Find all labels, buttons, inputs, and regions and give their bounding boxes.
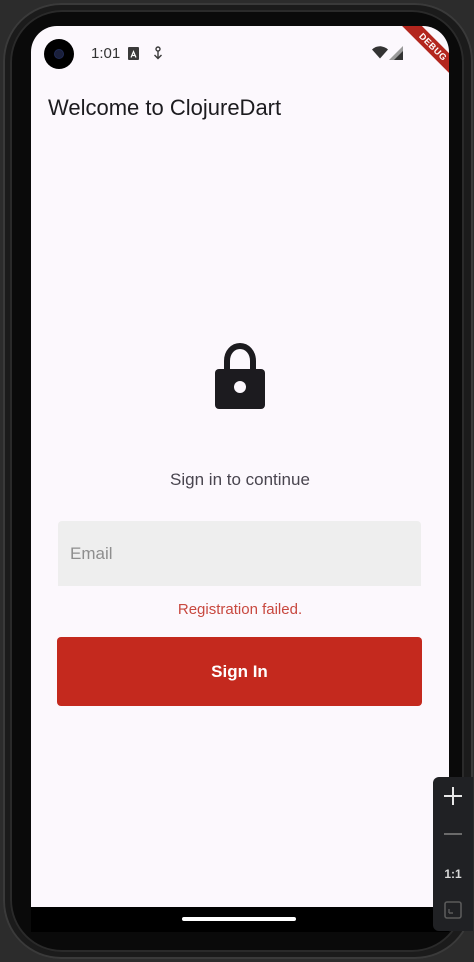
debug-banner-label: DEBUG: [397, 26, 449, 79]
a-box-icon: [128, 47, 139, 60]
home-indicator[interactable]: [182, 917, 296, 921]
zoom-out-button[interactable]: [433, 817, 473, 855]
actual-size-button[interactable]: 1:1: [433, 855, 473, 893]
actual-size-label: 1:1: [444, 867, 462, 881]
app-bar-title: Welcome to ClojureDart: [48, 95, 282, 120]
fit-screen-icon: [444, 900, 462, 924]
emulator-zoom-toolbar: 1:1: [433, 777, 473, 931]
front-camera: [44, 39, 74, 69]
sign-in-subtitle: Sign in to continue: [170, 470, 310, 489]
fit-screen-button[interactable]: [433, 893, 473, 931]
error-message: Registration failed.: [177, 601, 303, 618]
plus-icon: [443, 786, 463, 811]
status-time: 1:01: [91, 45, 121, 62]
lock-icon: [214, 342, 266, 410]
wifi-icon: [372, 46, 388, 59]
zoom-in-button[interactable]: [433, 779, 473, 817]
email-field[interactable]: [58, 521, 421, 586]
download-arrow-icon: [152, 46, 164, 60]
debug-banner: DEBUG: [396, 26, 449, 79]
sign-in-button[interactable]: Sign In: [57, 637, 422, 706]
minus-icon: [443, 824, 463, 849]
